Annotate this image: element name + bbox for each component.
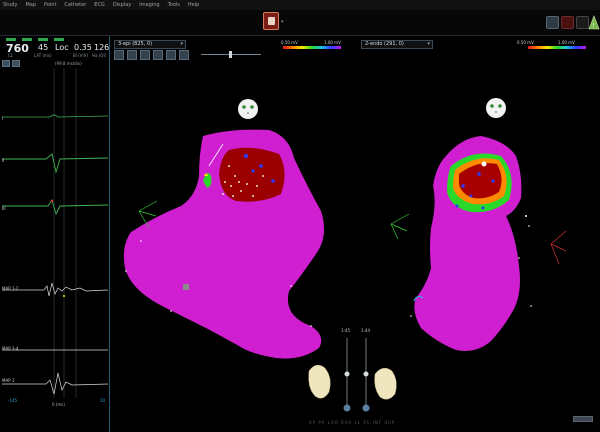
menu-tools[interactable]: Tools xyxy=(168,2,180,8)
heart-orientation-icon xyxy=(308,364,331,399)
ecg-channel-label: MAP 1-2 xyxy=(2,286,19,291)
ecg-tool-icon[interactable] xyxy=(2,60,10,67)
ecg-panel: 760 45 Loc 0.35 126 CL LAT (ms) Bi (mV) … xyxy=(0,36,110,432)
ecg-scale-label: (99.8 ms/div) xyxy=(55,61,82,66)
chevron-down-icon[interactable]: ▾ xyxy=(281,19,284,25)
left-slider-value: 1:45 xyxy=(341,328,350,333)
menu-help[interactable]: Help xyxy=(188,2,199,8)
face-orientation-icon xyxy=(238,99,258,119)
ecg-footer-left: -145 xyxy=(8,398,18,403)
menu-bar: Study Map Point Catheter ECG Display Ima… xyxy=(0,0,600,10)
lat-value: 45 xyxy=(38,43,49,52)
menu-point[interactable]: Point xyxy=(44,2,56,8)
left-zoom-knob xyxy=(343,404,351,412)
ecg-footer-right: 10 xyxy=(100,398,106,403)
ecg-channel-label: MAP 1 xyxy=(2,378,15,383)
warning-icon[interactable]: ! xyxy=(588,15,600,30)
menu-study[interactable]: Study xyxy=(3,2,17,8)
menu-ecg[interactable]: ECG xyxy=(94,2,105,8)
axis-orientation-icon xyxy=(550,230,567,265)
status-leds xyxy=(6,38,64,41)
ecg-footer-mid: 0 (ms) xyxy=(52,402,65,407)
ecg-channel-label: II xyxy=(2,158,5,163)
right-zoom-knob xyxy=(362,404,370,412)
right-slider-value: 1:44 xyxy=(361,328,370,333)
bipolar-value: 0.35 xyxy=(74,43,92,52)
face-orientation-icon xyxy=(486,98,506,118)
menu-map[interactable]: Map xyxy=(25,2,36,8)
view-buttons[interactable]: AP PA LAO RAO LL RL INF SUP xyxy=(309,420,395,425)
cycle-length-label: CL xyxy=(8,53,14,58)
panel-tab-button[interactable] xyxy=(573,416,593,422)
map-viewport[interactable]: 3-epi (825, 0) 2-endo (291, 0) 0.50 mV 1… xyxy=(111,36,600,432)
snapshot-icon[interactable] xyxy=(263,12,279,30)
main-toolbar: ▾ ! xyxy=(0,10,600,36)
menu-imaging[interactable]: Imaging xyxy=(139,2,159,8)
voltage-maps[interactable] xyxy=(111,36,600,432)
svg-text:!: ! xyxy=(592,23,594,30)
ecg-channel-label: MAP 3-4 xyxy=(2,346,19,351)
tool-icon-1[interactable] xyxy=(546,16,559,29)
heart-orientation-icon xyxy=(374,367,397,400)
unipolar-label: Ha (Ol) xyxy=(92,53,107,58)
bipolar-label: Bi (mV) xyxy=(73,53,88,58)
ecg-channel-label: III xyxy=(2,206,6,211)
lat-label: LAT (ms) xyxy=(34,53,52,58)
menu-catheter[interactable]: Catheter xyxy=(64,2,86,8)
ecg-tool-icon[interactable] xyxy=(12,60,20,67)
menu-display[interactable]: Display xyxy=(113,2,131,8)
unipolar-value: 126 xyxy=(94,43,110,52)
loc-value: Loc xyxy=(55,43,69,52)
ecg-channel-label: I xyxy=(2,116,4,121)
axis-orientation-icon xyxy=(390,213,410,240)
tool-icon-2[interactable] xyxy=(561,16,574,29)
